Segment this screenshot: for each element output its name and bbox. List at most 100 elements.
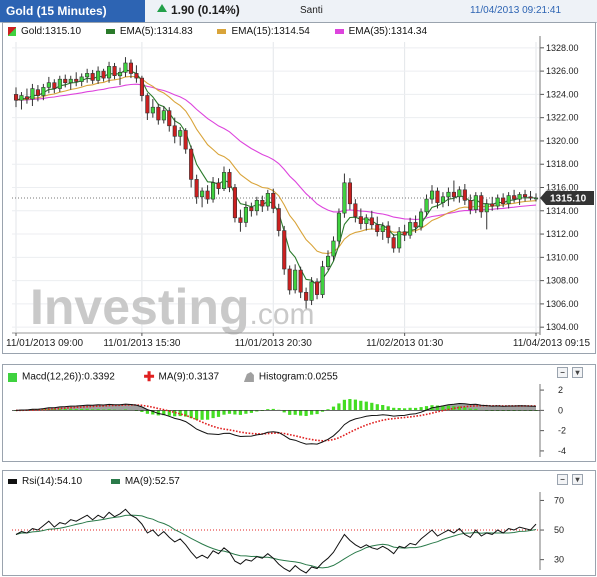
macd-chart[interactable]: 2 0 -2 -4 <box>2 364 595 460</box>
candle-body <box>418 211 424 228</box>
macd-hist-bar <box>370 402 374 411</box>
price-change: 1.90 (0.14%) <box>171 3 240 17</box>
candle-body <box>90 73 95 81</box>
candle-body <box>200 190 205 198</box>
candle-body <box>358 216 363 224</box>
rsi-ma-line <box>15 514 537 569</box>
candle-body <box>41 87 46 96</box>
macd-hist-bar <box>200 410 204 420</box>
candle-body <box>24 96 30 100</box>
candle-body <box>161 110 166 121</box>
price-ytick-label: 1314.00 <box>546 206 579 216</box>
candle-body <box>495 197 500 207</box>
candle-body <box>484 203 489 213</box>
candle-body <box>189 148 194 180</box>
candle-body <box>63 78 68 84</box>
candle-body <box>211 182 216 200</box>
candle-body <box>336 212 342 242</box>
candle-body <box>369 217 374 226</box>
macd-hist-bar <box>222 410 226 415</box>
candle-body <box>287 268 292 291</box>
price-ytick-label: 1310.00 <box>546 252 579 262</box>
macd-hist-bar <box>419 407 423 411</box>
macd-hist-bar <box>216 410 221 417</box>
candle-body <box>172 125 177 137</box>
candle-body <box>468 200 473 210</box>
macd-hist-bar <box>342 399 346 411</box>
candle-body <box>101 70 106 79</box>
price-xtick-label: 11/01/2013 20:30 <box>235 338 313 349</box>
candle-body <box>123 62 128 73</box>
candle-body <box>402 231 407 236</box>
candle-body <box>325 255 331 267</box>
candle-body <box>178 130 183 137</box>
user-name: Santi <box>300 5 323 16</box>
price-ytick-label: 1308.00 <box>546 276 579 286</box>
price-chart[interactable]: 1304.00 1306.00 1308.00 1310.00 1312.00 1314.… <box>2 22 595 352</box>
candle-body <box>139 77 144 96</box>
candle-body <box>232 187 237 219</box>
candle-body <box>19 95 24 101</box>
candle-body <box>194 179 199 198</box>
candle-body <box>254 200 259 212</box>
rsi-ytick-label: 50 <box>554 525 564 535</box>
macd-hist-bar <box>381 405 385 411</box>
macd-hist-bar <box>315 410 319 415</box>
price-xtick-label: 11/01/2013 09:00 <box>6 338 84 349</box>
candle-body <box>314 281 320 295</box>
candle-body <box>68 78 73 84</box>
candle-body <box>435 190 440 203</box>
macd-hist-bar <box>238 410 242 415</box>
candle-body <box>304 291 309 301</box>
candle-body <box>30 88 35 100</box>
candle-body <box>227 172 232 188</box>
candle-body <box>238 217 243 223</box>
price-xtick-label: 11/01/2013 15:30 <box>103 338 181 349</box>
candle-body <box>408 222 413 236</box>
candle-body <box>52 82 57 89</box>
candle-body <box>271 193 276 209</box>
candle-body <box>512 195 517 200</box>
candle-body <box>522 194 528 198</box>
instrument-title[interactable]: Gold (15 Minutes) <box>0 0 145 22</box>
candle-body <box>457 189 462 198</box>
macd-hist-bar <box>227 410 232 414</box>
price-ytick-label: 1304.00 <box>546 322 579 332</box>
candle-body <box>533 197 539 200</box>
candle-body <box>451 191 457 198</box>
price-ytick-label: 1312.00 <box>546 229 579 239</box>
candle-body <box>46 82 51 88</box>
candle-body <box>473 195 478 210</box>
candle-body <box>424 198 429 213</box>
datetime-stamp: 11/04/2013 09:21:41 <box>470 5 562 16</box>
candle-body <box>462 189 467 201</box>
candle-body <box>85 73 90 78</box>
candle-body <box>249 207 254 212</box>
candle-body <box>260 200 265 207</box>
ema35-line <box>15 83 537 221</box>
candle-body <box>150 106 155 114</box>
candle-body <box>112 66 117 77</box>
candle-body <box>528 196 533 199</box>
ema15-line <box>15 75 537 255</box>
rsi-chart[interactable]: 70 50 30 <box>2 470 595 574</box>
macd-hist-bar <box>211 410 215 419</box>
watermark: Investing.com <box>30 279 315 335</box>
macd-hist-bar <box>206 410 210 420</box>
macd-hist-bar <box>244 410 248 414</box>
candle-body <box>128 62 133 74</box>
macd-hist-bar <box>304 410 308 416</box>
macd-hist-bar <box>299 410 303 416</box>
price-ytick-label: 1326.00 <box>546 66 579 76</box>
macd-hist-bar <box>331 406 336 411</box>
candle-body <box>353 203 358 217</box>
price-ytick-label: 1324.00 <box>546 89 579 99</box>
up-arrow-icon <box>157 4 167 12</box>
candle-body <box>79 76 84 82</box>
price-xtick-label: 11/02/2013 01:30 <box>366 338 444 349</box>
macd-ytick-label: 0 <box>558 405 563 415</box>
price-ytick-label: 1320.00 <box>546 136 579 146</box>
candle-body <box>118 71 123 77</box>
macd-hist-bar <box>392 407 396 411</box>
candle-body <box>74 78 79 82</box>
